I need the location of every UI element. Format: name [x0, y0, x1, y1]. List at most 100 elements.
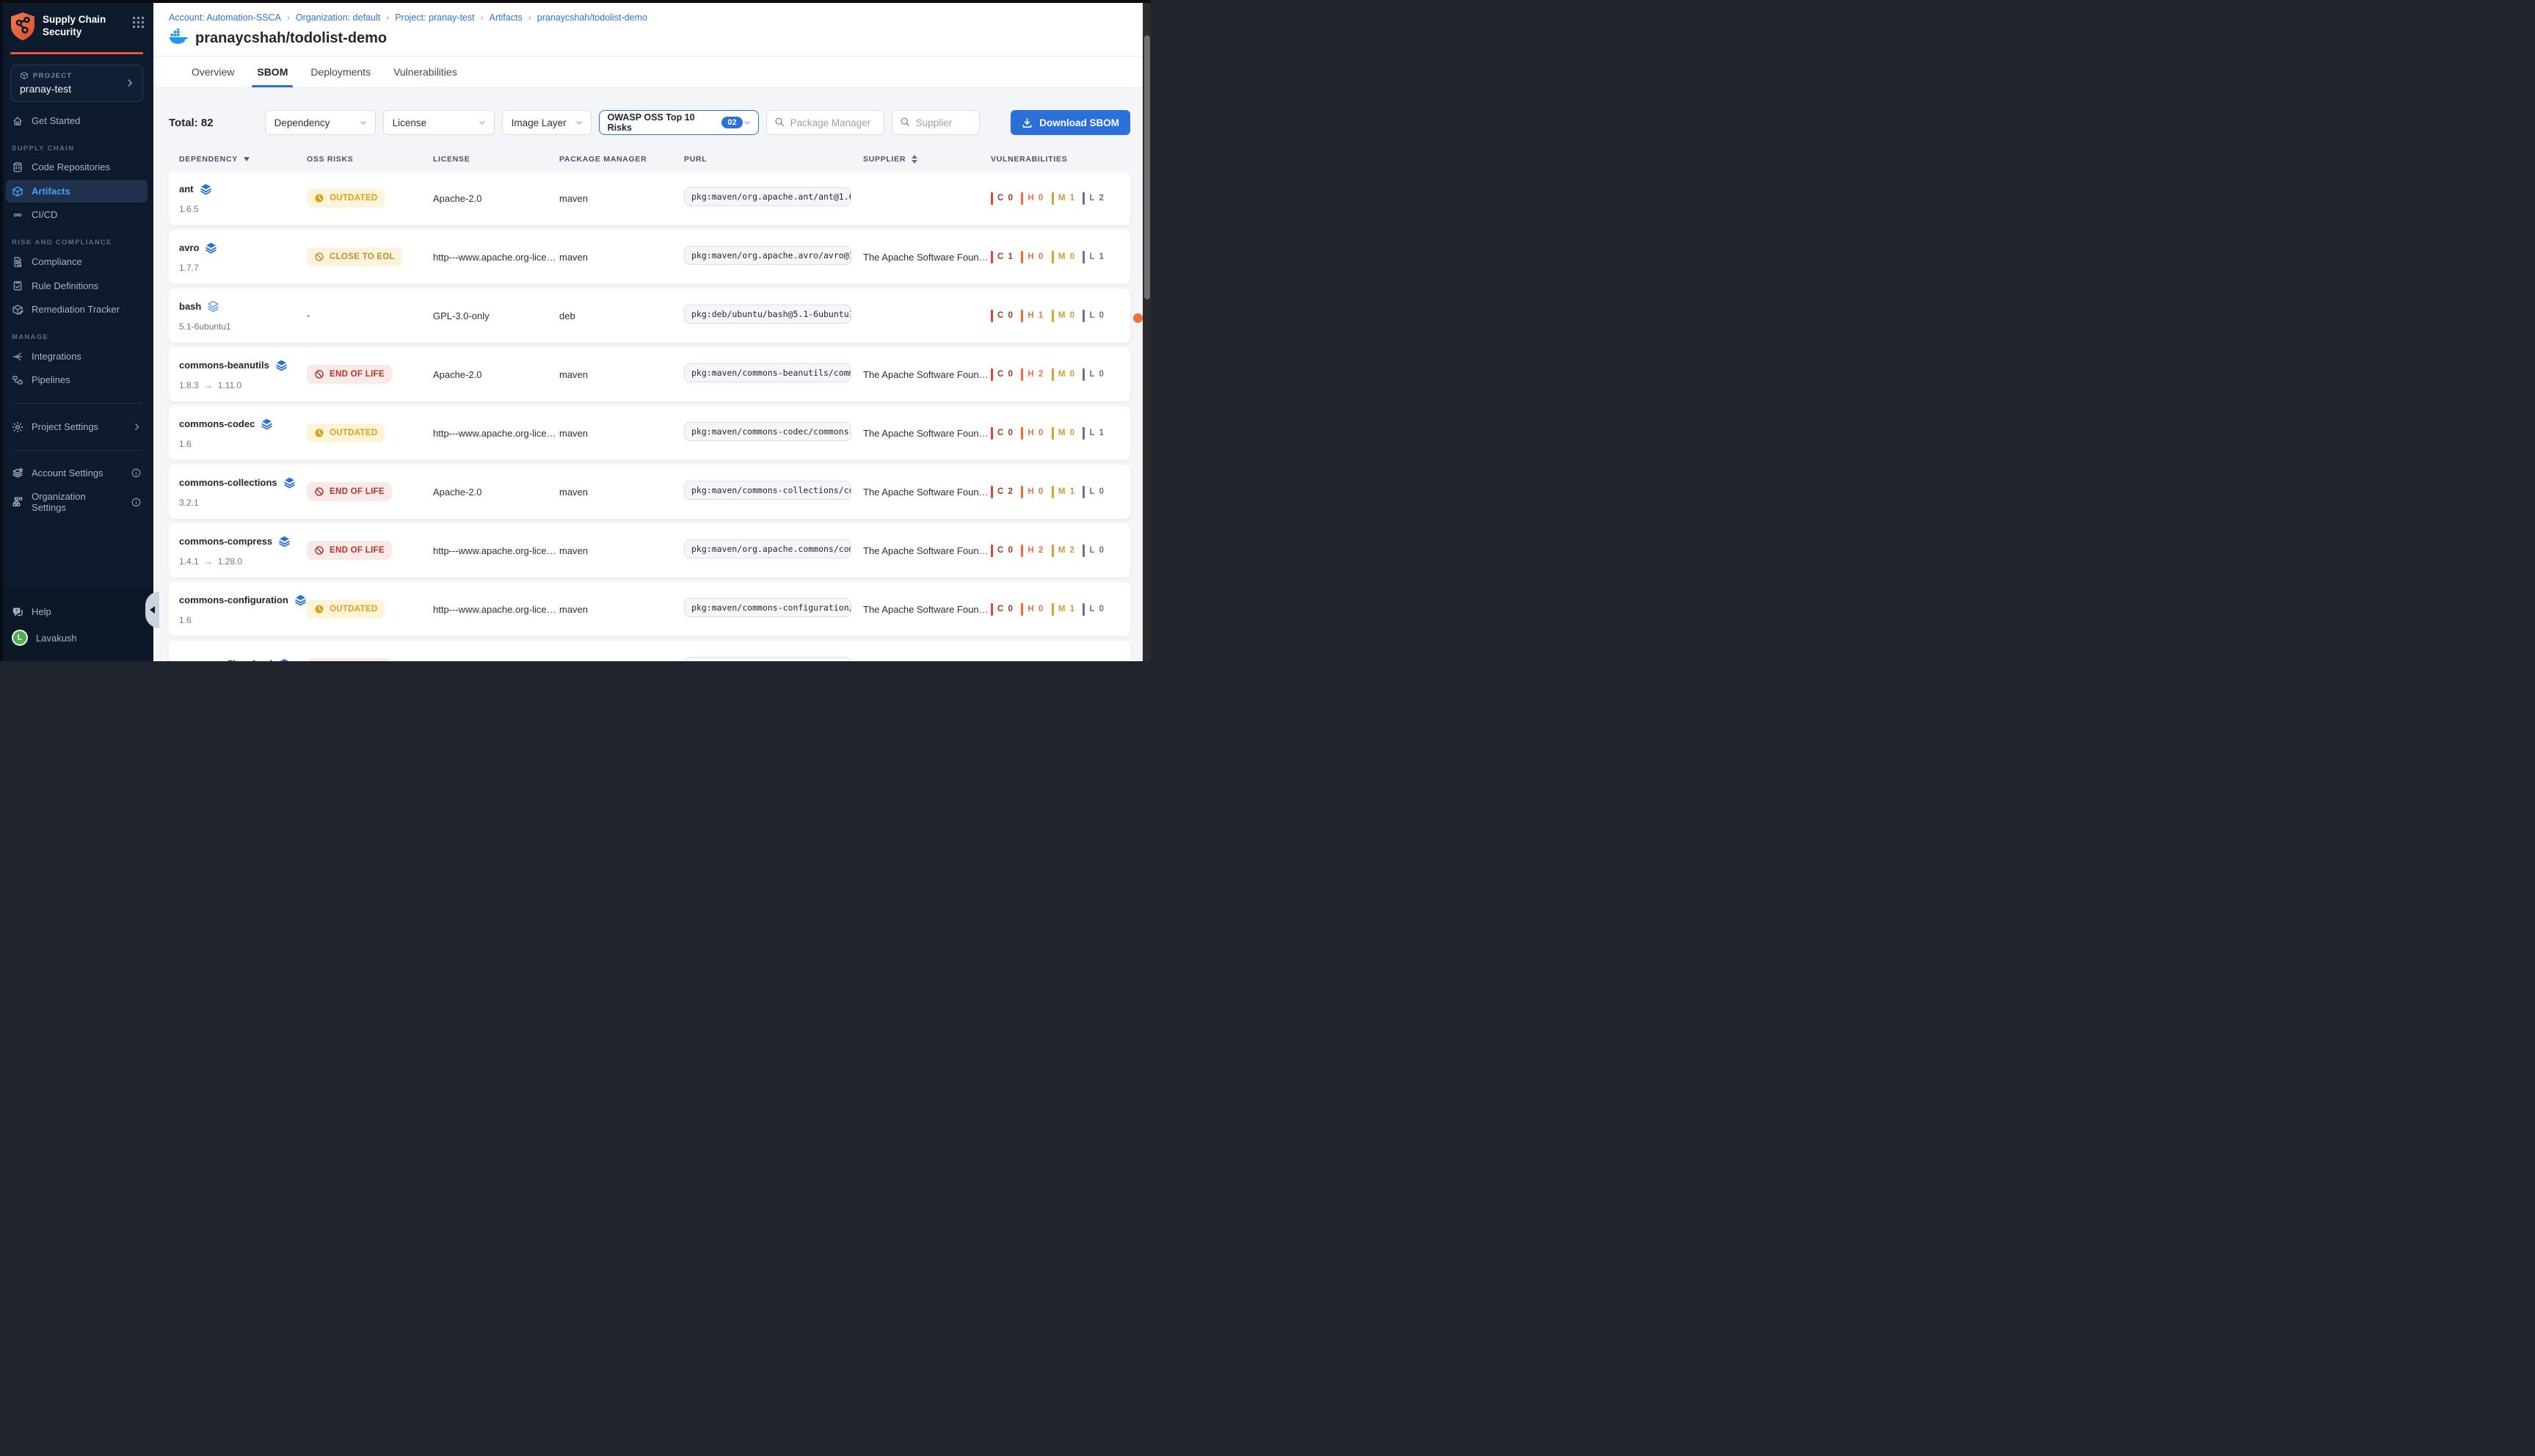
package-manager-search-input[interactable]: Package Manager — [766, 110, 884, 135]
supplier-value: The Apache Software Foun… — [863, 487, 991, 498]
purl-value[interactable]: pkg:maven/commons-beanutils/comm… — [684, 363, 851, 382]
license-filter-dropdown[interactable]: License — [383, 110, 495, 135]
table-row[interactable]: commons-fileupload → END OF LIFE Apache-… — [169, 641, 1130, 661]
column-header-supplier[interactable]: SUPPLIER — [863, 155, 991, 164]
supplier-value: The Apache Software Foun… — [863, 545, 991, 556]
sidebar-item-code-repositories[interactable]: Code Repositories — [6, 156, 148, 179]
breadcrumb-link-3[interactable]: Artifacts — [490, 12, 523, 23]
sidebar-item-project-settings[interactable]: Project Settings — [6, 415, 148, 438]
owasp-risks-filter-dropdown[interactable]: OWASP OSS Top 10 Risks 02 — [599, 110, 759, 135]
purl-value[interactable]: pkg:maven/commons-codec/commons-… — [684, 422, 851, 441]
license-value: http---www.apache.org-lice… — [433, 252, 559, 263]
sidebar: Supply Chain Security PROJECT — [0, 3, 153, 661]
table-row[interactable]: commons-codec 1.6 → OUTDATED http---www.… — [169, 406, 1130, 460]
medium-count: M 2 — [1052, 545, 1076, 557]
app-window: Supply Chain Security PROJECT — [0, 0, 1151, 661]
project-selector[interactable]: PROJECT pranay-test — [10, 65, 143, 102]
dependency-name: bash — [179, 301, 201, 312]
medium-count: M 0 — [1052, 251, 1076, 263]
share-icon — [12, 350, 23, 363]
layers-gear-icon — [12, 467, 23, 480]
oss-risk-badge: - — [307, 310, 310, 321]
package-manager-value: maven — [559, 604, 684, 615]
tab-sbom[interactable]: SBOM — [257, 57, 288, 87]
breadcrumb-link-1[interactable]: Organization: default — [296, 12, 380, 23]
sidebar-item-compliance[interactable]: Compliance — [6, 250, 148, 273]
dependency-version: 1.4.1 → 1.28.0 — [179, 556, 307, 567]
purl-value[interactable]: pkg:deb/ubuntu/bash@5.1-6ubuntu1 — [684, 305, 851, 324]
tab-overview[interactable]: Overview — [192, 57, 234, 87]
supplier-placeholder: Supplier — [916, 117, 953, 128]
scrollbar-track[interactable] — [1143, 3, 1151, 661]
module-grid-icon[interactable] — [132, 12, 145, 32]
breadcrumb-link-0[interactable]: Account: Automation-SSCA — [169, 12, 281, 23]
svg-text:?: ? — [15, 609, 18, 614]
high-count: H 1 — [1021, 310, 1044, 322]
column-header-vulnerabilities: VULNERABILITIES — [991, 155, 1130, 164]
help-label: Help — [32, 606, 51, 617]
sidebar-item-help[interactable]: ? Help — [6, 600, 148, 623]
critical-count: C 0 — [991, 603, 1014, 616]
tab-vulnerabilities[interactable]: Vulnerabilities — [393, 57, 457, 87]
table-row[interactable]: commons-collections 3.2.1 → END OF LIFE … — [169, 465, 1130, 519]
org-gear-icon — [12, 496, 23, 509]
column-header-dependency[interactable]: DEPENDENCY — [179, 155, 307, 164]
low-count: L 0 — [1083, 545, 1105, 557]
purl-value[interactable]: pkg:maven/commons-fileupload/co… — [684, 657, 851, 662]
sidebar-item-pipelines[interactable]: Pipelines — [6, 369, 148, 392]
breadcrumb-link-2[interactable]: Project: pranay-test — [395, 12, 474, 23]
low-count: L 1 — [1083, 251, 1105, 263]
supplier-search-input[interactable]: Supplier — [892, 110, 980, 135]
sidebar-item-artifacts[interactable]: Artifacts — [6, 180, 148, 203]
image-layer-filter-dropdown[interactable]: Image Layer — [502, 110, 592, 135]
vulnerability-counts: C 0 H 1 M 0 L 0 — [991, 310, 1130, 322]
infinity-icon — [12, 209, 23, 222]
chevron-down-icon — [743, 118, 752, 127]
low-count: L 0 — [1083, 310, 1105, 322]
low-count: L 2 — [1083, 192, 1105, 205]
license-value: http---www.apache.org-lice… — [433, 604, 559, 615]
low-count: L 0 — [1083, 368, 1105, 381]
sidebar-item-account-settings[interactable]: Account Settings — [6, 462, 148, 485]
vulnerability-counts: C 1 H 0 M 0 L 1 — [991, 251, 1130, 263]
table-row[interactable]: commons-configuration 1.6 → OUTDATED htt… — [169, 582, 1130, 636]
sidebar-item-remediation-tracker[interactable]: Remediation Tracker — [6, 298, 148, 321]
scrollbar-thumb[interactable] — [1144, 35, 1150, 299]
table-row[interactable]: avro 1.7.7 → CLOSE TO EOL http---www.apa… — [169, 230, 1130, 284]
dependency-filter-dropdown[interactable]: Dependency — [265, 110, 376, 135]
breadcrumb-link-4[interactable]: pranaycshah/todolist-demo — [537, 12, 647, 23]
sidebar-item-integrations[interactable]: Integrations — [6, 345, 148, 368]
medium-count: M 0 — [1052, 310, 1076, 322]
download-icon — [1022, 117, 1033, 128]
layers-icon — [200, 182, 212, 194]
chevron-right-icon — [125, 76, 135, 90]
purl-value[interactable]: pkg:maven/commons-collections/co… — [684, 481, 851, 500]
sidebar-item-ci-cd[interactable]: CI/CD — [6, 204, 148, 227]
dependency-version: 1.8.3 → 1.11.0 — [179, 380, 307, 390]
gear-icon — [12, 421, 23, 433]
sidebar-item-get-started[interactable]: Get Started — [6, 109, 148, 132]
window-top-edge — [0, 0, 1151, 3]
purl-value[interactable]: pkg:maven/org.apache.avro/avro@1… — [684, 246, 851, 265]
sidebar-item-rule-definitions[interactable]: Rule Definitions — [6, 274, 148, 297]
purl-value[interactable]: pkg:maven/org.apache.ant/ant@1.6… — [684, 187, 851, 206]
table-row[interactable]: bash 5.1-6ubuntu1 → - GPL-3.0-only deb p… — [169, 288, 1130, 343]
info-icon[interactable] — [131, 497, 142, 508]
project-settings-label: Project Settings — [32, 421, 98, 432]
info-icon[interactable] — [131, 467, 142, 478]
download-sbom-button[interactable]: Download SBOM — [1011, 110, 1130, 135]
table-row[interactable]: commons-compress 1.4.1 → 1.28.0 END OF L… — [169, 523, 1130, 578]
dependency-version: 1.6.5 → — [179, 204, 307, 214]
table-row[interactable]: ant 1.6.5 → OUTDATED Apache-2.0 maven pk… — [169, 171, 1130, 225]
ban-icon — [314, 545, 324, 556]
high-count: H 0 — [1021, 251, 1044, 263]
purl-value[interactable]: pkg:maven/org.apache.commons/com… — [684, 539, 851, 558]
tab-deployments[interactable]: Deployments — [310, 57, 371, 87]
breadcrumb: Account: Automation-SSCA›Organization: d… — [169, 12, 1128, 23]
user-menu[interactable]: L Lavakush — [6, 625, 148, 651]
sidebar-item-organization-settings[interactable]: Organization Settings — [6, 486, 148, 518]
sidebar-nav: Get StartedSUPPLY CHAINCode Repositories… — [0, 109, 153, 391]
table-row[interactable]: commons-beanutils 1.8.3 → 1.11.0 END OF … — [169, 347, 1130, 401]
purl-value[interactable]: pkg:maven/commons-configuration/… — [684, 598, 851, 617]
main-area: Account: Automation-SSCA›Organization: d… — [153, 3, 1143, 661]
